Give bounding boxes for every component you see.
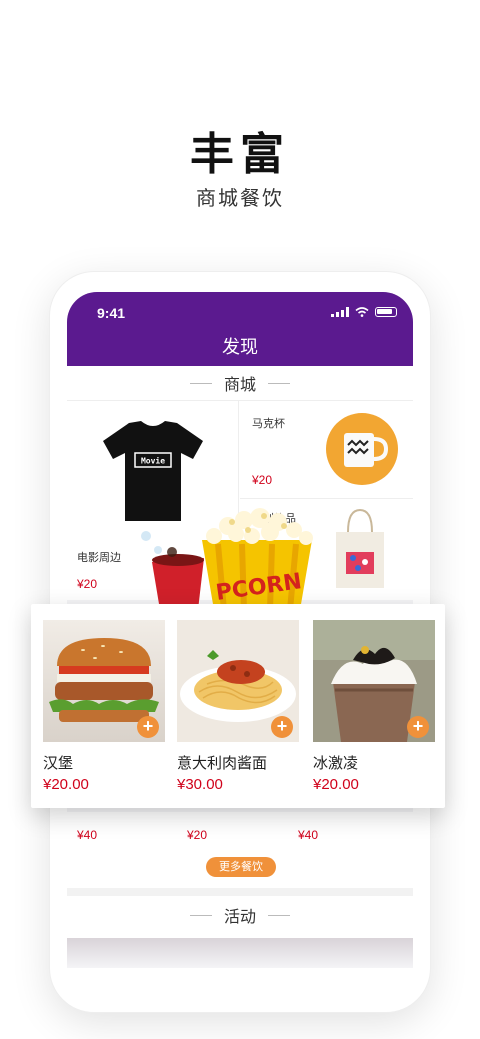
add-to-cart-button[interactable]: +: [271, 716, 293, 738]
food-name: 汉堡: [43, 755, 74, 772]
tshirt-print-text: Movie: [141, 456, 165, 466]
food-price: ¥20.00: [43, 776, 89, 793]
nav-title: 发现: [67, 332, 413, 366]
product-price: ¥40: [298, 828, 319, 842]
status-icons: [331, 307, 397, 317]
ice-cream-image: +: [313, 620, 435, 742]
burger-image: +: [43, 620, 165, 742]
food-price: ¥20.00: [313, 776, 359, 793]
mug-icon: [326, 413, 398, 485]
signal-icon: [331, 307, 349, 317]
food-price: ¥30.00: [177, 776, 223, 793]
wifi-icon: [355, 307, 369, 317]
divider: [189, 914, 212, 916]
product-price: ¥20: [77, 577, 98, 591]
add-to-cart-button[interactable]: +: [407, 716, 429, 738]
shop-item-mug[interactable]: 马克杯 ¥20: [240, 401, 413, 499]
activity-banner[interactable]: [67, 938, 413, 968]
hero-subtitle: 商城餐饮: [196, 188, 284, 210]
food-card: + 汉堡 ¥20.00 + 意大利肉酱面 ¥30.00 + 冰激凌 ¥20.00: [31, 604, 445, 808]
product-price: ¥20: [187, 828, 208, 842]
divider: [268, 914, 290, 916]
product-name: 电影周边: [77, 552, 121, 564]
divider: [268, 382, 290, 384]
activity-section-header: 活动: [67, 898, 413, 932]
popcorn-illustration: PCORN: [132, 500, 322, 615]
product-price: ¥20: [252, 473, 273, 487]
status-bar: 9:41: [67, 292, 413, 332]
add-to-cart-button[interactable]: +: [137, 716, 159, 738]
tote-bag-icon: [332, 508, 388, 593]
food-list-behind: ¥40 ¥20 ¥40 更多餐饮 活动: [67, 812, 413, 1012]
battery-icon: [375, 307, 397, 317]
activity-section-title: 活动: [223, 909, 256, 926]
divider: [189, 382, 212, 384]
food-name: 意大利肉酱面: [177, 755, 268, 772]
more-food-button[interactable]: 更多餐饮: [206, 857, 276, 877]
hero-title: 丰富: [190, 130, 290, 179]
divider: [67, 888, 413, 896]
status-time: 9:41: [97, 305, 126, 321]
product-price: ¥40: [77, 828, 98, 842]
shop-section-title: 商城: [223, 377, 256, 394]
shop-section-header: 商城: [67, 366, 413, 400]
product-name: 马克杯: [252, 418, 285, 430]
pasta-image: +: [177, 620, 299, 742]
food-name: 冰激凌: [313, 755, 359, 772]
